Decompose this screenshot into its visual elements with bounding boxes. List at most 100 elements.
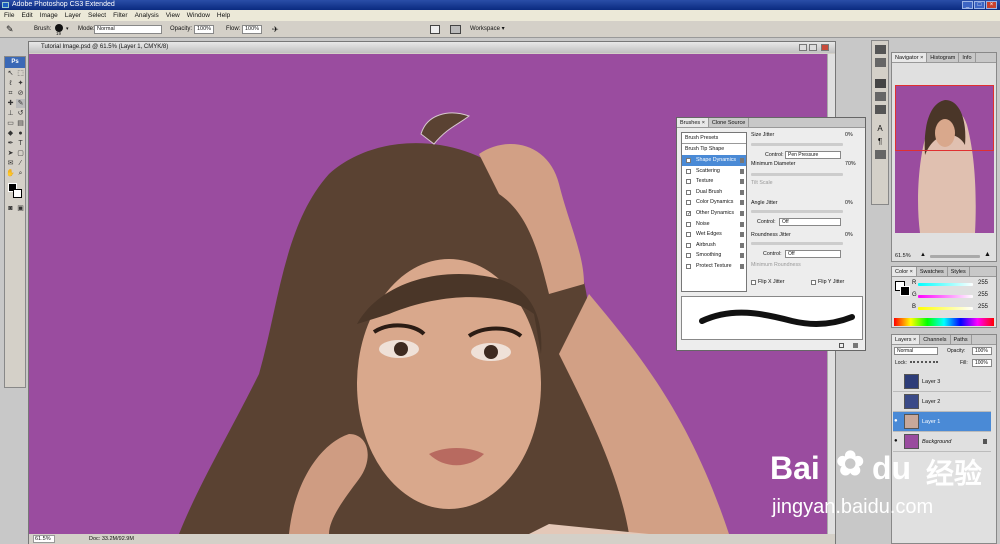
layer-opacity-field[interactable]: 100%	[972, 347, 992, 355]
tab-styles[interactable]: Styles	[948, 267, 970, 276]
checkbox[interactable]	[686, 221, 691, 227]
tab-swatches[interactable]: Swatches	[917, 267, 948, 276]
flip-y-checkbox[interactable]	[811, 280, 816, 285]
option-noise[interactable]: Noise	[682, 219, 746, 230]
option-dual-brush[interactable]: Dual Brush	[682, 187, 746, 198]
action-icon[interactable]	[875, 150, 886, 159]
tab-channels[interactable]: Channels	[920, 335, 951, 344]
menu-select[interactable]: Select	[88, 10, 106, 21]
b-slider[interactable]	[918, 307, 973, 310]
zoom-in-icon[interactable]: ▲	[984, 251, 991, 258]
brush-tip-shape-item[interactable]: Brush Tip Shape	[682, 144, 746, 155]
new-preset-icon[interactable]	[839, 343, 844, 348]
move-tool-icon[interactable]: ↖	[6, 69, 15, 78]
doc-minimize-button[interactable]	[799, 44, 807, 51]
tab-brushes[interactable]: Brushes ×	[677, 118, 709, 127]
option-shape-dynamics[interactable]: ✓ Shape Dynamics	[682, 155, 746, 166]
stamp-tool-icon[interactable]: ⊥	[6, 109, 15, 118]
zoom-level[interactable]: 61.5%	[33, 535, 55, 543]
path-select-icon[interactable]: ➤	[6, 149, 15, 158]
menu-window[interactable]: Window	[187, 10, 210, 21]
file-browser-icon[interactable]	[430, 25, 440, 34]
tab-histogram[interactable]: Histogram	[927, 53, 960, 62]
option-airbrush[interactable]: Airbrush	[682, 240, 746, 251]
menu-help[interactable]: Help	[217, 10, 230, 21]
menu-edit[interactable]: Edit	[21, 10, 32, 21]
tab-navigator[interactable]: Navigator ×	[892, 53, 928, 62]
min-diameter-value[interactable]: 70%	[845, 161, 856, 167]
r-slider[interactable]	[918, 283, 973, 286]
opacity-field[interactable]: 100%	[194, 25, 214, 34]
maximize-button[interactable]: □	[974, 1, 985, 9]
option-scattering[interactable]: Scattering	[682, 166, 746, 177]
size-jitter-slider[interactable]	[751, 143, 843, 146]
menu-image[interactable]: Image	[40, 10, 58, 21]
checkbox[interactable]	[686, 232, 691, 238]
checkbox[interactable]	[686, 189, 691, 195]
checkbox[interactable]	[686, 200, 691, 206]
palette-well-icon[interactable]	[450, 25, 461, 34]
navigator-zoom-slider[interactable]	[930, 255, 980, 258]
layer-row-layer-3[interactable]: Layer 3	[893, 372, 991, 392]
text-icon[interactable]: A	[875, 124, 885, 133]
dodge-tool-icon[interactable]: ●	[16, 129, 25, 138]
min-diameter-slider[interactable]	[751, 173, 843, 176]
color-swatches[interactable]	[5, 181, 25, 203]
angle-jitter-value[interactable]: 0%	[845, 200, 853, 206]
eraser-tool-icon[interactable]: ▭	[6, 119, 15, 128]
quick-mask-icon[interactable]: ◙	[6, 204, 15, 213]
checkbox[interactable]	[686, 242, 691, 248]
brush-presets-item[interactable]: Brush Presets	[682, 133, 746, 144]
layer-row-layer-1[interactable]: ● Layer 1	[893, 412, 991, 432]
eyedropper-tool-icon[interactable]: ⁄	[16, 159, 25, 168]
hand-tool-icon[interactable]: ✋	[6, 169, 15, 178]
flip-x-checkbox[interactable]	[751, 280, 756, 285]
b-value[interactable]: 255	[978, 304, 988, 310]
eye-icon[interactable]: ●	[894, 418, 898, 424]
tab-clone-source[interactable]: Clone Source	[709, 118, 750, 127]
r-value[interactable]: 255	[978, 280, 988, 286]
menu-layer[interactable]: Layer	[65, 10, 81, 21]
tab-layers[interactable]: Layers ×	[892, 335, 921, 344]
healing-tool-icon[interactable]: ✚	[6, 99, 15, 108]
crop-tool-icon[interactable]: ⌗	[6, 89, 15, 98]
size-jitter-value[interactable]: 0%	[845, 132, 853, 138]
pen-tool-icon[interactable]: ✒	[6, 139, 15, 148]
g-slider[interactable]	[918, 295, 973, 298]
navigator-thumbnail[interactable]	[895, 85, 994, 233]
gradient-tool-icon[interactable]: ▤	[16, 119, 25, 128]
layer-row-layer-2[interactable]: Layer 2	[893, 392, 991, 412]
workspace-button[interactable]: Workspace ▾	[470, 21, 505, 38]
zoom-tool-icon[interactable]: ⌕	[16, 169, 25, 178]
type-tool-icon[interactable]: T	[16, 139, 25, 148]
brush-dropdown-icon[interactable]: ▾	[66, 21, 69, 38]
g-value[interactable]: 255	[978, 292, 988, 298]
roundness-jitter-value[interactable]: 0%	[845, 232, 853, 238]
lock-icons[interactable]	[910, 361, 938, 366]
mode-select[interactable]: Normal	[94, 25, 162, 34]
navigator-view-box[interactable]	[895, 85, 994, 151]
brush-tool-icon[interactable]: ✎	[16, 99, 25, 108]
fill-field[interactable]: 100%	[972, 359, 992, 367]
checkbox-checked[interactable]: ✓	[686, 210, 691, 216]
angle-jitter-slider[interactable]	[751, 210, 843, 213]
paragraph-icon[interactable]: ¶	[875, 137, 885, 146]
marquee-tool-icon[interactable]: ⬚	[16, 69, 25, 78]
bg-color-swatch[interactable]	[900, 286, 910, 296]
option-other-dynamics[interactable]: ✓ Other Dynamics	[682, 208, 746, 219]
menu-file[interactable]: File	[4, 10, 14, 21]
background-color[interactable]	[13, 189, 22, 198]
notes-tool-icon[interactable]: ✉	[6, 159, 15, 168]
strip-icon-1[interactable]	[875, 45, 886, 54]
control-select-1[interactable]: Pen Pressure	[785, 151, 841, 159]
delete-preset-icon[interactable]	[853, 343, 858, 348]
tab-color[interactable]: Color ×	[892, 267, 917, 276]
lasso-tool-icon[interactable]: ℓ	[6, 79, 15, 88]
control-select-3[interactable]: Off	[785, 250, 841, 258]
brush-tool-icon[interactable]: ✎	[6, 24, 20, 35]
menu-view[interactable]: View	[166, 10, 180, 21]
tab-paths[interactable]: Paths	[951, 335, 972, 344]
menu-analysis[interactable]: Analysis	[135, 10, 159, 21]
checkbox[interactable]	[686, 253, 691, 259]
clone-icon[interactable]	[875, 92, 886, 101]
